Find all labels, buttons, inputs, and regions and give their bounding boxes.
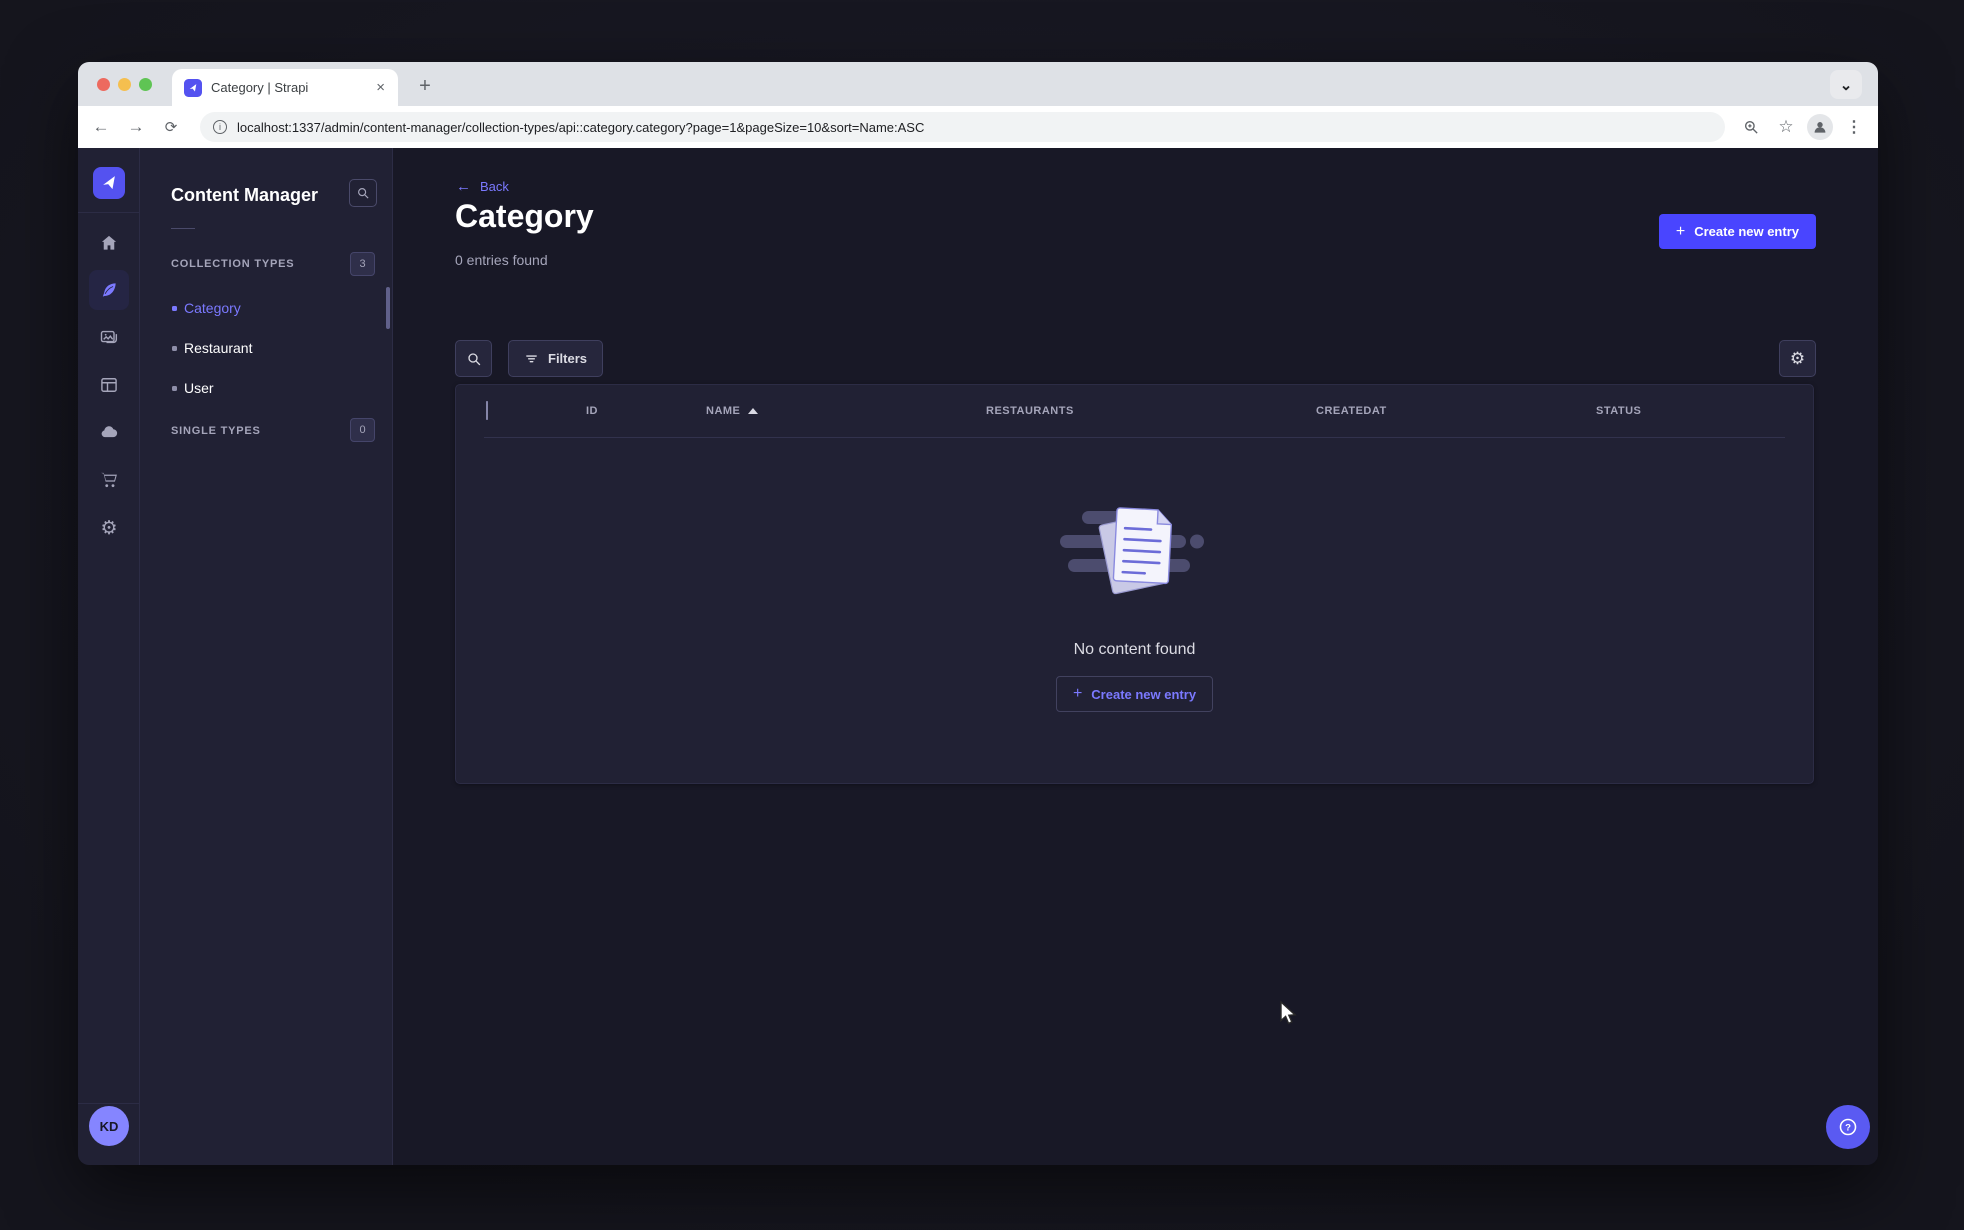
rail-divider <box>78 212 140 213</box>
minimize-window-button[interactable] <box>118 78 131 91</box>
nav-settings-icon[interactable]: ⚙ <box>89 508 129 548</box>
column-header-name[interactable]: NAME <box>706 405 986 417</box>
plus-icon: + <box>1675 222 1686 240</box>
content-manager-subnav: Content Manager COLLECTION TYPES 3 Categ… <box>140 148 393 1165</box>
strapi-admin-app: ⚙ KD Content Manager COLLECTION TYPES 3 … <box>78 148 1878 1165</box>
nav-home-icon[interactable] <box>89 223 129 263</box>
column-header-id[interactable]: ID <box>586 405 706 417</box>
column-header-createdat[interactable]: CREATEDAT <box>1316 405 1596 417</box>
single-types-label: SINGLE TYPES <box>171 425 261 437</box>
create-entry-label: Create new entry <box>1694 224 1799 239</box>
create-entry-button[interactable]: + Create new entry <box>1658 214 1816 249</box>
main-nav-rail: ⚙ KD <box>78 148 140 1165</box>
nav-marketplace-icon[interactable] <box>89 460 129 500</box>
tab-title: Category | Strapi <box>211 80 309 95</box>
browser-tab[interactable]: Category | Strapi × <box>172 69 398 106</box>
svg-text:?: ? <box>1845 1122 1851 1133</box>
nav-content-type-builder-icon[interactable] <box>89 365 129 405</box>
page-title: Category <box>455 198 594 234</box>
main-content: ← Back Category 0 entries found + Create… <box>393 148 1878 1165</box>
browser-reload-button[interactable]: ⟳ <box>156 106 186 148</box>
mouse-cursor <box>1280 1000 1297 1025</box>
view-settings-button[interactable]: ⚙ <box>1779 340 1816 377</box>
new-tab-button[interactable]: + <box>410 71 440 101</box>
column-header-restaurants[interactable]: RESTAURANTS <box>986 405 1316 417</box>
chevron-down-icon[interactable]: ⌄ <box>1830 70 1862 99</box>
help-button[interactable]: ? <box>1826 1105 1870 1149</box>
filters-button[interactable]: Filters <box>508 340 604 377</box>
empty-create-entry-label: Create new entry <box>1091 686 1197 702</box>
subnav-search-button[interactable] <box>349 179 377 207</box>
back-arrow-icon: ← <box>456 178 471 195</box>
subnav-item-user[interactable]: User <box>140 368 392 408</box>
select-all-checkbox[interactable] <box>486 401 488 420</box>
subnav-divider <box>171 228 195 229</box>
nav-cloud-icon[interactable] <box>89 412 129 452</box>
user-avatar[interactable]: KD <box>89 1106 129 1146</box>
subnav-scrollbar[interactable] <box>386 287 390 329</box>
single-types-count-badge: 0 <box>350 418 375 442</box>
close-window-button[interactable] <box>97 78 110 91</box>
back-link[interactable]: ← Back <box>456 178 509 195</box>
bookmark-star-icon[interactable]: ☆ <box>1772 113 1800 141</box>
browser-profile-icon[interactable] <box>1807 114 1833 140</box>
empty-state: No content found + Create new entry <box>456 437 1813 783</box>
maximize-window-button[interactable] <box>139 78 152 91</box>
subnav-item-category[interactable]: Category <box>140 288 392 328</box>
empty-create-entry-button[interactable]: + Create new entry <box>1055 676 1214 712</box>
table-header-row: ID NAME RESTAURANTS CREATEDAT STATUS <box>456 385 1813 437</box>
close-tab-icon[interactable]: × <box>373 79 388 96</box>
browser-window: Category | Strapi × + ⌄ ← → ⟳ i localhos… <box>78 62 1878 1165</box>
collection-types-label: COLLECTION TYPES <box>171 258 295 270</box>
subnav-item-restaurant[interactable]: Restaurant <box>140 328 392 368</box>
nav-media-library-icon[interactable] <box>89 317 129 357</box>
url-text: localhost:1337/admin/content-manager/col… <box>237 119 925 135</box>
browser-menu-icon[interactable]: ⋮ <box>1840 113 1868 141</box>
entries-summary: 0 entries found <box>455 252 548 268</box>
subnav-title: Content Manager <box>171 185 319 205</box>
browser-toolbar: ← → ⟳ i localhost:1337/admin/content-man… <box>78 106 1878 148</box>
browser-tab-strip: Category | Strapi × + ⌄ <box>78 62 1878 106</box>
entries-table: ID NAME RESTAURANTS CREATEDAT STATUS No … <box>455 384 1814 784</box>
plus-icon: + <box>1072 685 1083 702</box>
collection-types-count-badge: 3 <box>350 252 375 276</box>
site-info-icon[interactable]: i <box>213 120 227 134</box>
browser-back-button[interactable]: ← <box>86 106 116 148</box>
column-header-status[interactable]: STATUS <box>1596 405 1813 417</box>
nav-content-manager-icon[interactable] <box>89 270 129 310</box>
url-input[interactable]: i localhost:1337/admin/content-manager/c… <box>200 112 1725 142</box>
question-mark-icon: ? <box>1839 1118 1857 1136</box>
sort-ascending-icon <box>748 408 759 414</box>
empty-documents-illustration <box>1059 507 1204 595</box>
browser-forward-button[interactable]: → <box>121 106 151 148</box>
filters-label: Filters <box>548 351 588 366</box>
zoom-icon[interactable] <box>1737 113 1765 141</box>
strapi-favicon <box>184 78 202 97</box>
strapi-logo[interactable] <box>93 167 125 199</box>
rail-bottom-divider <box>78 1103 140 1104</box>
back-label: Back <box>480 179 509 194</box>
table-search-button[interactable] <box>455 340 492 377</box>
filter-icon <box>526 355 537 363</box>
empty-state-message: No content found <box>1073 641 1196 658</box>
